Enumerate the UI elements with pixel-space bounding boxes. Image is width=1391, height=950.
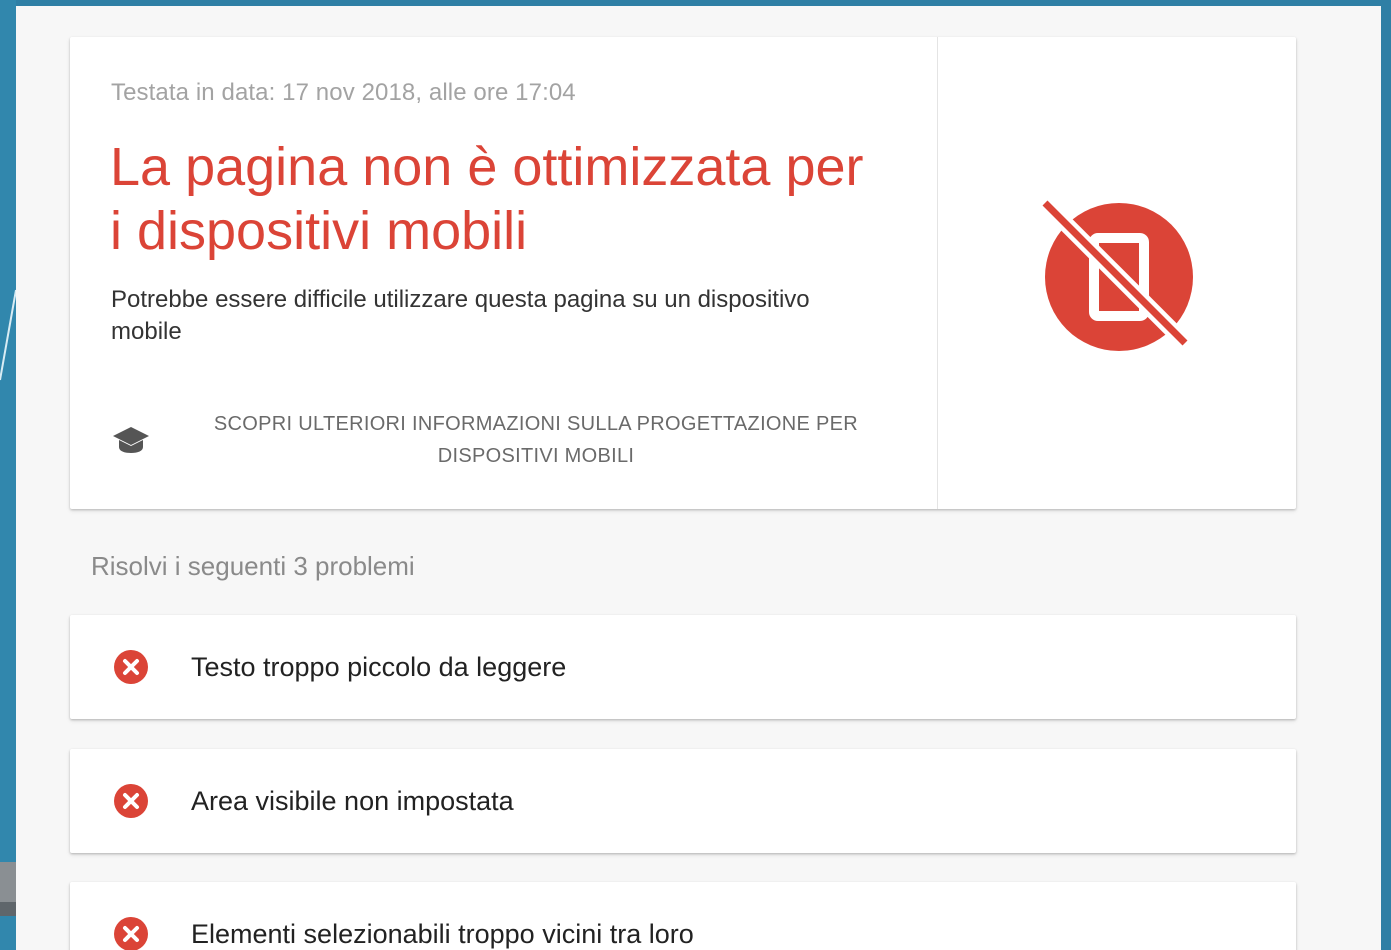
learn-more-label: SCOPRI ULTERIORI INFORMAZIONI SULLA PROG… — [213, 413, 859, 467]
status-illustration — [938, 37, 1296, 509]
issues-heading: Risolvi i seguenti 3 problemi — [91, 551, 415, 581]
learn-more-link[interactable]: SCOPRI ULTERIORI INFORMAZIONI SULLA PROG… — [111, 405, 911, 475]
results-panel: Testata in data: 17 nov 2018, alle ore 1… — [16, 6, 1381, 950]
issue-label: Elementi selezionabili troppo vicini tra… — [191, 918, 694, 949]
issue-label: Area visibile non impostata — [191, 785, 514, 816]
result-headline: La pagina non è ottimizzata per i dispos… — [110, 137, 864, 261]
result-description: Potrebbe essere difficile utilizzare que… — [111, 286, 810, 345]
issue-row[interactable]: Area visibile non impostata — [70, 749, 1296, 853]
error-icon — [113, 649, 149, 685]
tested-date: Testata in data: 17 nov 2018, alle ore 1… — [111, 79, 576, 106]
issue-label: Testo troppo piccolo da leggere — [191, 651, 567, 682]
not-mobile-friendly-icon — [1037, 191, 1197, 356]
school-icon — [111, 420, 151, 460]
background-left-edge — [0, 0, 16, 950]
error-icon — [113, 783, 149, 819]
result-summary-text: Testata in data: 17 nov 2018, alle ore 1… — [70, 37, 938, 509]
background-dark-strip — [0, 902, 16, 916]
background-grey-strip — [0, 862, 16, 902]
background-line-decoration — [0, 289, 16, 381]
background-right-edge — [1381, 0, 1391, 950]
issue-row[interactable]: Elementi selezionabili troppo vicini tra… — [70, 882, 1296, 950]
issue-row[interactable]: Testo troppo piccolo da leggere — [70, 615, 1296, 719]
result-summary-card: Testata in data: 17 nov 2018, alle ore 1… — [70, 37, 1296, 509]
error-icon — [113, 916, 149, 950]
